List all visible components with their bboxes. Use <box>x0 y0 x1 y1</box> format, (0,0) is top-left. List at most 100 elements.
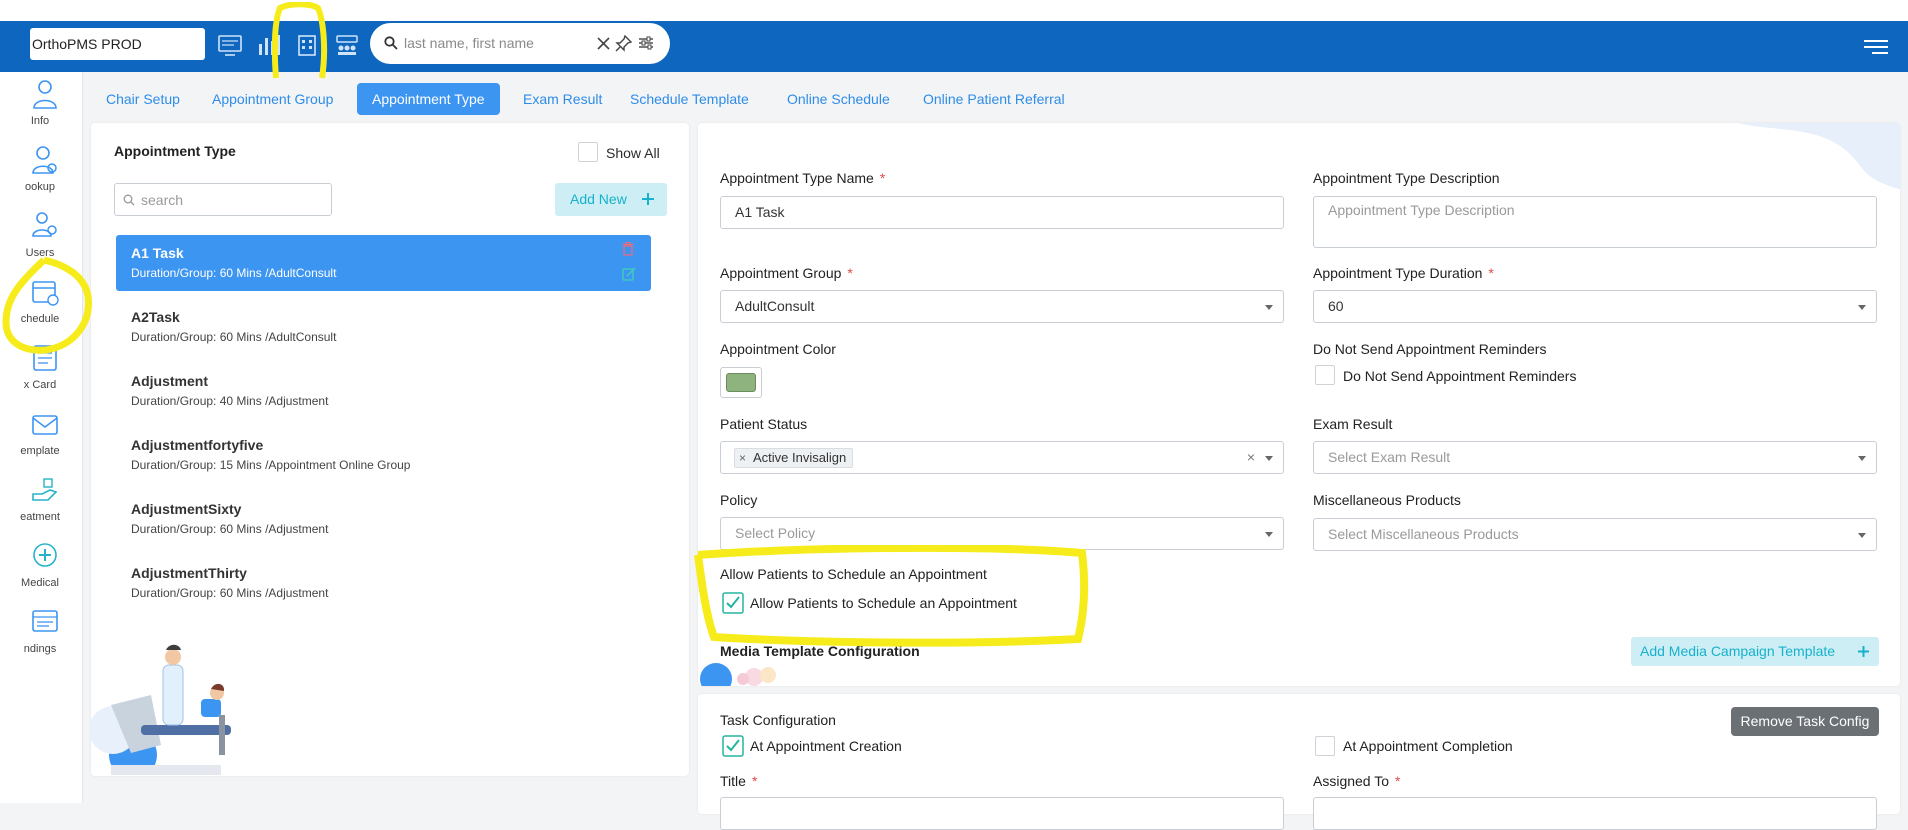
edit-icon[interactable] <box>622 267 636 281</box>
list-item[interactable]: A1 Task Duration/Group: 60 Mins /AdultCo… <box>116 235 651 291</box>
top-strip <box>0 0 1908 21</box>
plus-icon <box>1858 646 1869 657</box>
sidebar-item-info[interactable]: Info <box>0 78 83 144</box>
task-title-label: Title * <box>720 773 758 789</box>
show-all-label: Show All <box>606 145 660 161</box>
type-name-label: Appointment Type Name * <box>720 170 886 186</box>
card-icon <box>30 342 60 374</box>
color-picker[interactable] <box>720 367 762 398</box>
close-icon[interactable] <box>596 36 611 51</box>
list-item[interactable]: Adjustmentfortyfive Duration/Group: 15 M… <box>116 427 651 483</box>
chevron-down-icon <box>1265 532 1273 537</box>
monitor-icon[interactable] <box>216 31 244 59</box>
tab-schedule-template[interactable]: Schedule Template <box>630 83 749 115</box>
list-item[interactable]: A2Task Duration/Group: 60 Mins /AdultCon… <box>116 299 651 355</box>
patient-search[interactable]: last name, first name <box>370 23 670 64</box>
chevron-down-icon <box>1858 305 1866 310</box>
environment-selector[interactable]: OrthoPMS PROD <box>30 28 205 60</box>
remove-tag-icon[interactable]: × <box>739 449 746 467</box>
assigned-to-select[interactable] <box>1313 797 1877 830</box>
add-new-button[interactable]: Add New <box>555 183 667 216</box>
pin-icon[interactable] <box>615 35 632 52</box>
search-input[interactable]: last name, first name <box>404 35 534 51</box>
chevron-down-icon <box>1858 456 1866 461</box>
filter-sliders-icon[interactable] <box>638 35 654 51</box>
tab-chair-setup[interactable]: Chair Setup <box>106 83 180 115</box>
task-config-title: Task Configuration <box>720 712 836 728</box>
person-icon <box>30 78 60 110</box>
appointment-group-select[interactable]: AdultConsult <box>720 290 1284 323</box>
exam-result-select[interactable]: Select Exam Result <box>1313 441 1877 474</box>
no-reminders-label: Do Not Send Appointment Reminders <box>1313 341 1547 357</box>
tab-online-schedule[interactable]: Online Schedule <box>787 83 890 115</box>
list-item[interactable]: AdjustmentThirty Duration/Group: 60 Mins… <box>116 555 651 611</box>
tab-appointment-group[interactable]: Appointment Group <box>212 83 333 115</box>
search-icon <box>123 194 135 206</box>
patient-status-label: Patient Status <box>720 416 808 432</box>
sidebar-item-schedule[interactable]: chedule <box>0 276 83 342</box>
tab-appointment-type[interactable]: Appointment Type <box>357 83 500 115</box>
decorative-shape <box>1738 123 1900 203</box>
team-icon[interactable] <box>333 31 361 59</box>
list-search[interactable] <box>114 183 332 216</box>
at-creation-checkbox[interactable] <box>722 735 744 757</box>
findings-icon <box>30 606 60 638</box>
color-swatch <box>726 373 756 392</box>
clear-icon[interactable]: × <box>1247 442 1255 473</box>
remove-task-config-button[interactable]: Remove Task Config <box>1731 707 1879 736</box>
decorative-dots <box>698 653 788 686</box>
sidebar-item-users[interactable]: Users <box>0 210 83 276</box>
patient-status-select[interactable]: × Active Invisalign × <box>720 441 1284 474</box>
tab-exam-result[interactable]: Exam Result <box>523 83 602 115</box>
building-icon[interactable] <box>293 31 321 59</box>
list-item[interactable]: Adjustment Duration/Group: 40 Mins /Adju… <box>116 363 651 419</box>
misc-products-select[interactable]: Select Miscellaneous Products <box>1313 518 1877 551</box>
envelope-icon <box>30 408 60 440</box>
search-icon <box>384 36 398 50</box>
type-name-input[interactable]: A1 Task <box>720 196 1284 229</box>
task-configuration-panel: Task Configuration At Appointment Creati… <box>698 694 1900 830</box>
duration-select[interactable]: 60 <box>1313 290 1877 323</box>
sidebar-item-treatment[interactable]: eatment <box>0 474 83 540</box>
sidebar-item-lookup[interactable]: ookup <box>0 144 83 210</box>
allow-scheduling-checkbox-label: Allow Patients to Schedule an Appointmen… <box>750 595 1017 611</box>
show-all-checkbox[interactable] <box>578 142 598 162</box>
panel-title: Appointment Type <box>114 143 236 159</box>
search-input[interactable] <box>141 190 321 210</box>
at-completion-label: At Appointment Completion <box>1343 738 1513 754</box>
sidebar-item-medical[interactable]: Medical <box>0 540 83 606</box>
assigned-to-label: Assigned To * <box>1313 773 1401 789</box>
task-title-input[interactable] <box>720 797 1284 830</box>
appointment-type-list-panel: Appointment Type Show All Add New A1 Tas… <box>91 123 689 776</box>
policy-select[interactable]: Select Policy <box>720 517 1284 550</box>
no-reminders-checkbox-label: Do Not Send Appointment Reminders <box>1343 368 1577 384</box>
exam-result-label: Exam Result <box>1313 416 1393 432</box>
at-completion-checkbox[interactable] <box>1315 736 1335 756</box>
policy-label: Policy <box>720 492 758 508</box>
sidebar-item-card[interactable]: x Card <box>0 342 83 408</box>
status-tag[interactable]: × Active Invisalign <box>734 448 854 468</box>
duration-label: Appointment Type Duration * <box>1313 265 1494 281</box>
add-media-campaign-button[interactable]: Add Media Campaign Template <box>1631 637 1879 666</box>
list-item[interactable]: AdjustmentSixty Duration/Group: 60 Mins … <box>116 491 651 547</box>
color-label: Appointment Color <box>720 341 836 357</box>
sidebar-item-findings[interactable]: ndings <box>0 606 83 672</box>
trash-icon[interactable] <box>622 242 634 256</box>
type-description-textarea[interactable]: Appointment Type Description <box>1313 196 1877 248</box>
menu-icon[interactable] <box>1862 37 1890 57</box>
hand-icon <box>30 474 60 506</box>
chevron-down-icon <box>1858 533 1866 538</box>
sidebar-item-template[interactable]: emplate <box>0 408 83 474</box>
bar-chart-icon[interactable] <box>255 31 283 59</box>
appointment-group-label: Appointment Group * <box>720 265 853 281</box>
tab-online-patient-referral[interactable]: Online Patient Referral <box>923 83 1065 115</box>
left-sidebar: Info ookup Users chedule x Card emplate … <box>0 72 83 803</box>
chevron-down-icon <box>1265 305 1273 310</box>
appointment-type-form: Appointment Type Name * A1 Task Appointme… <box>698 123 1900 686</box>
top-navbar: OrthoPMS PROD last name, first name <box>0 21 1908 72</box>
allow-scheduling-checkbox[interactable] <box>722 592 744 614</box>
no-reminders-checkbox[interactable] <box>1315 365 1335 385</box>
dental-illustration <box>91 635 291 775</box>
add-new-label: Add New <box>570 191 627 207</box>
misc-products-label: Miscellaneous Products <box>1313 492 1461 508</box>
